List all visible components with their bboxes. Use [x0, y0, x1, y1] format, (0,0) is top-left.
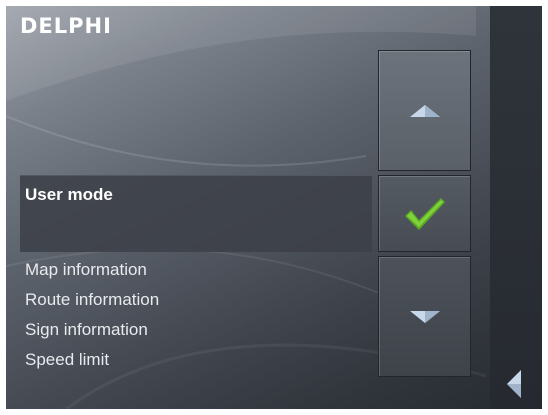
triangle-left-icon[interactable]: [503, 368, 525, 400]
triangle-down-icon: [409, 310, 440, 323]
selected-list-item[interactable]: User mode: [20, 175, 372, 252]
confirm-button[interactable]: [378, 175, 471, 252]
list-item-map-information[interactable]: Map information: [25, 260, 147, 280]
scroll-down-button[interactable]: [378, 256, 471, 377]
checkmark-icon: [404, 197, 445, 230]
right-side-panel: [490, 6, 542, 409]
list-item-route-information[interactable]: Route information: [25, 290, 159, 310]
device-screen: DELPHI User mode Map information Route i…: [6, 6, 542, 409]
list-item-speed-limit[interactable]: Speed limit: [25, 350, 109, 370]
delphi-logo: DELPHI: [20, 14, 112, 38]
list-item-sign-information[interactable]: Sign information: [25, 320, 148, 340]
triangle-up-icon: [409, 104, 440, 117]
selected-item-label: User mode: [25, 185, 113, 204]
scroll-up-button[interactable]: [378, 50, 471, 171]
